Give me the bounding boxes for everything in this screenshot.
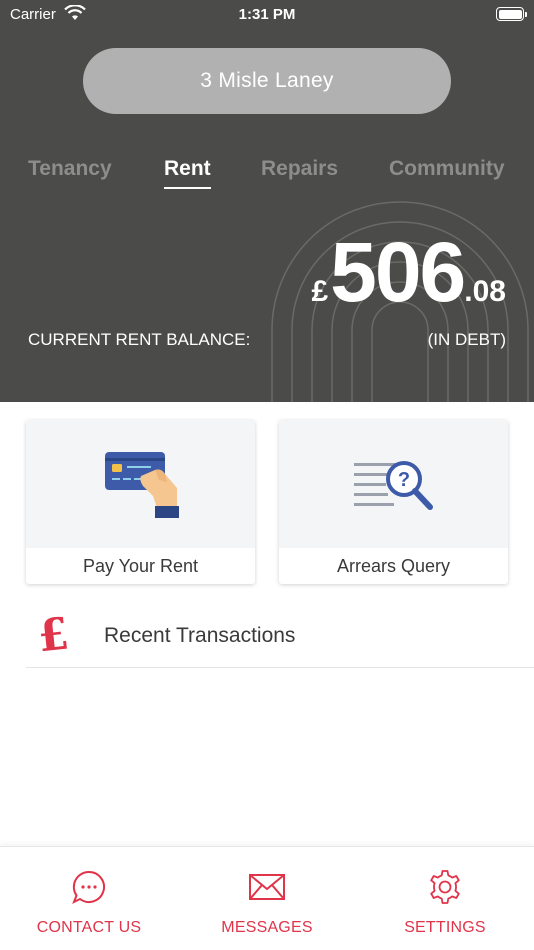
pay-rent-label: Pay Your Rent: [82, 555, 199, 576]
tab-contact-us-label: CONTACT US: [36, 919, 142, 936]
tab-settings-label: SETTINGS: [404, 919, 486, 936]
tab-messages[interactable]: MESSAGES: [178, 847, 356, 950]
rent-header: Carrier 1:31 PM 3 Misle Laney Tenancy Re…: [0, 0, 534, 402]
currency-symbol: £: [311, 275, 329, 308]
balance-major: 506: [330, 225, 466, 319]
credit-card-hand-icon: [104, 452, 179, 518]
balance-minor: .08: [464, 275, 506, 308]
section-tabs: Tenancy Rent Repairs Community: [0, 152, 534, 192]
rent-balance-amount: £ 506 .08: [311, 230, 506, 314]
battery-icon: [496, 7, 527, 21]
document-search-icon: ?: [353, 461, 433, 510]
arrears-query-label: Arrears Query: [336, 555, 451, 576]
balance-label: CURRENT RENT BALANCE:: [28, 330, 251, 349]
bottom-tab-bar: CONTACT US MESSAGES SETTINGS: [0, 846, 534, 950]
status-bar: Carrier 1:31 PM: [0, 0, 534, 30]
tab-rent[interactable]: Rent: [164, 157, 211, 189]
property-address: 3 Misle Laney: [200, 69, 334, 92]
arrears-query-card[interactable]: ? Arrears Query: [279, 420, 508, 584]
envelope-icon: [249, 874, 285, 900]
recent-transactions-row[interactable]: £ Recent Transactions: [26, 604, 534, 668]
debt-status: (IN DEBT): [427, 330, 506, 349]
tab-settings[interactable]: SETTINGS: [356, 847, 534, 950]
gear-icon: [430, 870, 460, 904]
recent-transactions-label: Recent Transactions: [104, 624, 296, 647]
chat-bubble-icon: [72, 870, 105, 905]
svg-text:?: ?: [397, 469, 409, 491]
tab-tenancy[interactable]: Tenancy: [28, 157, 112, 181]
clock: 1:31 PM: [238, 6, 296, 23]
tab-messages-label: MESSAGES: [221, 919, 313, 936]
pound-icon: £: [35, 608, 72, 663]
pay-rent-card[interactable]: Pay Your Rent: [26, 420, 255, 584]
tab-community[interactable]: Community: [389, 157, 505, 181]
property-selector[interactable]: 3 Misle Laney: [83, 48, 451, 114]
tab-contact-us[interactable]: CONTACT US: [0, 847, 178, 950]
tab-repairs[interactable]: Repairs: [261, 157, 338, 181]
